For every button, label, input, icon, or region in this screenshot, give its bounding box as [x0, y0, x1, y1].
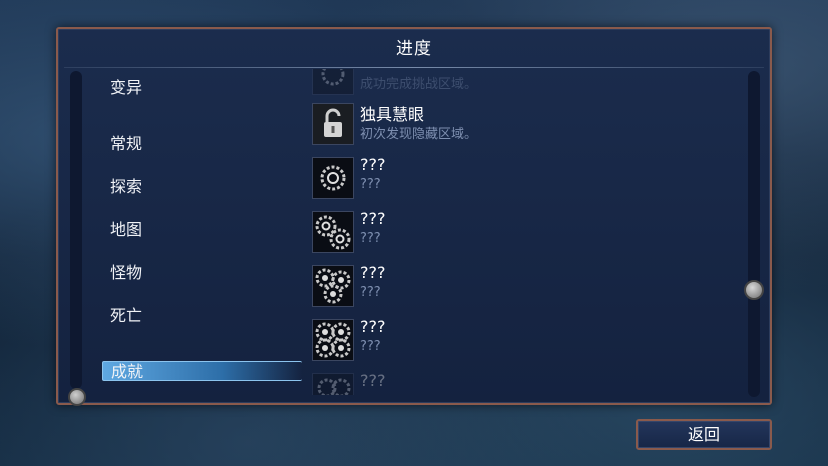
list-item-partial-top[interactable]: 成功完成挑战区域。: [312, 69, 742, 101]
list-item[interactable]: ??? ???: [312, 317, 742, 367]
achievement-thumbnail: [312, 157, 354, 199]
gear-icon: [321, 69, 345, 86]
category-achievements[interactable]: 成就: [102, 361, 302, 381]
achievement-description: ???: [360, 339, 381, 354]
achievement-title: ???: [360, 209, 386, 228]
achievement-description: ???: [360, 177, 381, 192]
achievement-description: ???: [360, 285, 381, 300]
gear-icon: [317, 378, 351, 395]
category-exploration[interactable]: 探索: [110, 175, 142, 199]
category-monsters[interactable]: 怪物: [110, 261, 142, 285]
triple-gear-icon: [315, 268, 351, 304]
achievement-title: 独具慧眼: [360, 105, 425, 124]
back-button[interactable]: 返回: [636, 419, 772, 450]
achievement-thumbnail: [312, 211, 354, 253]
achievement-thumbnail: [312, 69, 354, 95]
category-map[interactable]: 地图: [110, 218, 142, 242]
achievement-thumbnail: [312, 103, 354, 145]
list-scrollbar-thumb[interactable]: [744, 280, 764, 300]
achievement-title: ???: [360, 263, 386, 282]
achievement-title: ???: [360, 371, 386, 390]
achievement-description: 成功完成挑战区域。: [360, 77, 478, 92]
category-general[interactable]: 常规: [110, 132, 142, 156]
single-gear-icon: [320, 165, 346, 191]
list-item-partial-bottom[interactable]: ???: [312, 371, 742, 395]
category-scrollbar-thumb[interactable]: [68, 388, 86, 406]
achievement-thumbnail: [312, 319, 354, 361]
double-gear-icon: [315, 215, 351, 250]
list-scrollbar-track[interactable]: [748, 71, 760, 397]
unlocked-padlock-icon: [313, 104, 353, 144]
panel-title: 进度: [396, 39, 432, 59]
achievement-description: ???: [360, 231, 381, 246]
list-item[interactable]: ??? ???: [312, 155, 742, 205]
title-divider: [64, 67, 764, 68]
list-item[interactable]: ??? ???: [312, 263, 742, 313]
achievement-description: 初次发现隐藏区域。: [360, 127, 478, 142]
list-item[interactable]: ??? ???: [312, 209, 742, 259]
category-mutation[interactable]: 变异: [110, 76, 142, 100]
progress-panel: 进度 变异 常规 探索 地图 怪物 死亡 成就 成功完成挑战区域。 独具慧眼 初…: [56, 27, 772, 406]
category-scrollbar-track[interactable]: [70, 71, 82, 389]
achievement-thumbnail: [312, 265, 354, 307]
list-item[interactable]: 独具慧眼 初次发现隐藏区域。: [312, 103, 742, 151]
category-death[interactable]: 死亡: [110, 304, 142, 328]
achievement-thumbnail: [312, 373, 354, 395]
achievement-title: ???: [360, 155, 386, 174]
quad-gear-icon: [315, 322, 351, 358]
achievement-list: 成功完成挑战区域。 独具慧眼 初次发现隐藏区域。 ??? ??? ??? ???…: [304, 69, 744, 395]
achievement-title: ???: [360, 317, 386, 336]
